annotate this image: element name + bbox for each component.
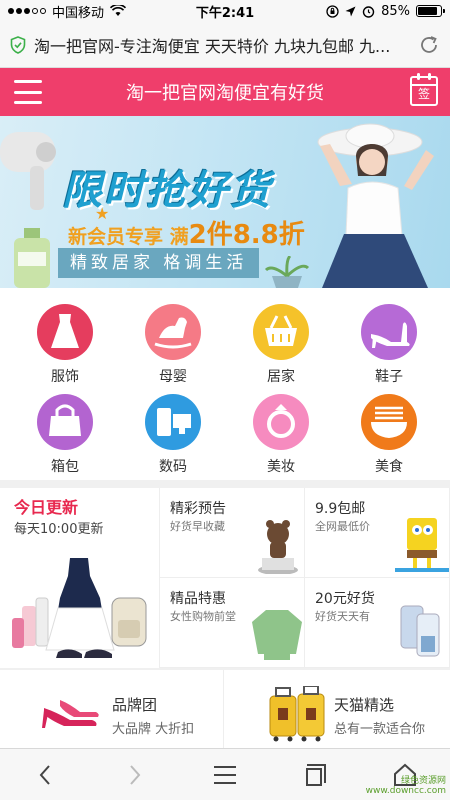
site-header: 淘一把官网淘便宜有好货 签 <box>0 68 450 116</box>
bear-figure-icon <box>248 510 306 578</box>
promo-subtitle: 女性购物前堂 <box>170 610 236 623</box>
sweater-icon <box>248 600 306 668</box>
pink-heels-icon <box>42 700 99 728</box>
site-title: 淘一把官网淘便宜有好货 <box>126 83 324 104</box>
promo-title: 精彩预告 <box>170 501 226 517</box>
category-item[interactable]: 箱包 <box>9 380 121 475</box>
banner-title: 限时抢好货 <box>62 168 272 214</box>
menu-icon[interactable] <box>14 80 42 104</box>
brand-subtitle: 总有一款适合你 <box>334 722 426 737</box>
forward-arrow-icon <box>130 764 141 785</box>
brand-card-tmall[interactable]: 天猫精选 总有一款适合你 <box>226 670 450 748</box>
promo-subtitle: 全网最低价 <box>315 520 370 533</box>
back-arrow-icon <box>39 764 50 785</box>
carrier-label: 中国移动 <box>52 5 105 21</box>
category-label: 箱包 <box>51 459 79 475</box>
shield-icon <box>10 35 26 54</box>
promo-card[interactable]: 20元好货好货天天有 <box>305 578 450 668</box>
brand-section: 品牌团 大品牌 大折扣 天猫精选 总有一款适合你 <box>0 670 450 748</box>
watermark: 绿色资源网 www.downcc.com <box>366 776 446 796</box>
wifi-icon <box>110 5 127 16</box>
reload-icon[interactable] <box>418 34 440 56</box>
tabs-icon <box>306 763 326 786</box>
brand-card-pinpaituan[interactable]: 品牌团 大品牌 大折扣 <box>0 670 224 748</box>
forward-button[interactable] <box>90 749 180 800</box>
watermark-line1: 绿色资源网 <box>400 776 446 786</box>
category-item[interactable]: 居家 <box>225 290 337 385</box>
plant-image <box>264 256 310 288</box>
suitcase-icon <box>269 686 325 742</box>
today-update-subtitle: 每天10:00更新 <box>14 522 104 537</box>
rotation-lock-icon <box>326 4 339 18</box>
category-item[interactable]: 母婴 <box>117 290 229 385</box>
signin-label: 签 <box>417 87 430 101</box>
sponge-toy-icon <box>393 510 450 578</box>
banner-sub-prefix: 新会员专享 满 <box>68 226 189 248</box>
promo-title: 精品特惠 <box>170 591 226 607</box>
promo-banner[interactable]: 限时抢好货 ★ 新会员专享 满2件8.8折 精致居家 格调生活 <box>0 116 450 288</box>
hair-dryer-image <box>0 132 56 210</box>
dress-icon <box>37 304 93 360</box>
screen: 中国移动 下午2:41 85% 淘一把官网-专注淘便宜 天天特价 九块九包邮 九… <box>0 0 450 800</box>
category-label: 数码 <box>159 459 187 475</box>
high-heel-icon <box>361 304 417 360</box>
promo-card[interactable]: 精彩预告 好货早收藏 <box>160 488 305 578</box>
signal-strength-icon <box>8 8 46 14</box>
category-item[interactable]: 美食 <box>333 380 445 475</box>
location-arrow-icon <box>345 6 356 16</box>
status-right: 85% <box>326 3 445 19</box>
status-left: 中国移动 <box>8 2 326 21</box>
banner-slogan: 精致居家 格调生活 <box>58 248 260 278</box>
devices-icon <box>145 394 201 450</box>
watermark-line2: www.downcc.com <box>365 786 446 796</box>
today-update-title: 今日更新 <box>14 498 79 517</box>
today-products-image <box>12 558 147 658</box>
promo-card[interactable]: 9.9包邮全网最低价 <box>305 488 450 578</box>
category-item[interactable]: 美妆 <box>225 380 337 475</box>
url-bar[interactable]: 淘一把官网-专注淘便宜 天天特价 九块九包邮 九... <box>0 22 450 68</box>
brand-title: 天猫精选 <box>334 696 395 714</box>
promo-title: 9.9包邮 <box>315 501 366 517</box>
category-item[interactable]: 服饰 <box>9 290 121 385</box>
tabs-button[interactable] <box>270 749 360 800</box>
back-button[interactable] <box>0 749 90 800</box>
model-image <box>317 123 434 288</box>
category-grid: 服饰 母婴 居家 鞋子箱包 数码 美妆 美食 <box>0 290 450 480</box>
hamburger-icon <box>214 765 236 784</box>
promo-title: 20元好货 <box>315 591 375 607</box>
brand-title: 品牌团 <box>112 696 158 714</box>
phone-case-icon <box>393 600 450 668</box>
handbag-icon <box>37 394 93 450</box>
browser-toolbar: 绿色资源网 www.downcc.com <box>0 748 450 800</box>
banner-subtitle: 新会员专享 满2件8.8折 <box>68 214 305 251</box>
promo-section: 今日更新 每天10:00更新 精彩预告 好货早收藏 9.9包邮 全网最低价 精品特惠 女性… <box>0 488 450 668</box>
calendar-ring <box>417 73 420 80</box>
section-divider <box>0 480 450 488</box>
category-label: 美食 <box>375 459 403 475</box>
noodle-bowl-icon <box>361 394 417 450</box>
rocking-horse-icon <box>145 304 201 360</box>
battery-level <box>418 7 437 15</box>
menu-button[interactable] <box>180 749 270 800</box>
basket-icon <box>253 304 309 360</box>
status-bar: 中国移动 下午2:41 85% <box>0 0 450 22</box>
alarm-icon <box>362 5 375 18</box>
calendar-ring <box>428 73 431 80</box>
url-text[interactable]: 淘一把官网-专注淘便宜 天天特价 九块九包邮 九... <box>34 33 410 57</box>
category-label: 美妆 <box>267 459 295 475</box>
signin-button[interactable]: 签 <box>410 73 438 106</box>
battery-percent: 85% <box>381 3 410 19</box>
today-update-card[interactable]: 今日更新 每天10:00更新 <box>0 488 160 668</box>
brand-subtitle: 大品牌 大折扣 <box>112 722 195 737</box>
promo-subtitle: 好货早收藏 <box>170 520 225 533</box>
category-item[interactable]: 鞋子 <box>333 290 445 385</box>
bottle-image <box>14 228 50 288</box>
category-item[interactable]: 数码 <box>117 380 229 475</box>
battery-icon <box>416 5 445 17</box>
promo-subtitle: 好货天天有 <box>315 610 370 623</box>
ring-icon <box>253 394 309 450</box>
promo-card[interactable]: 精品特惠女性购物前堂 <box>160 578 305 668</box>
banner-sub-offer: 2件8.8折 <box>188 220 305 250</box>
